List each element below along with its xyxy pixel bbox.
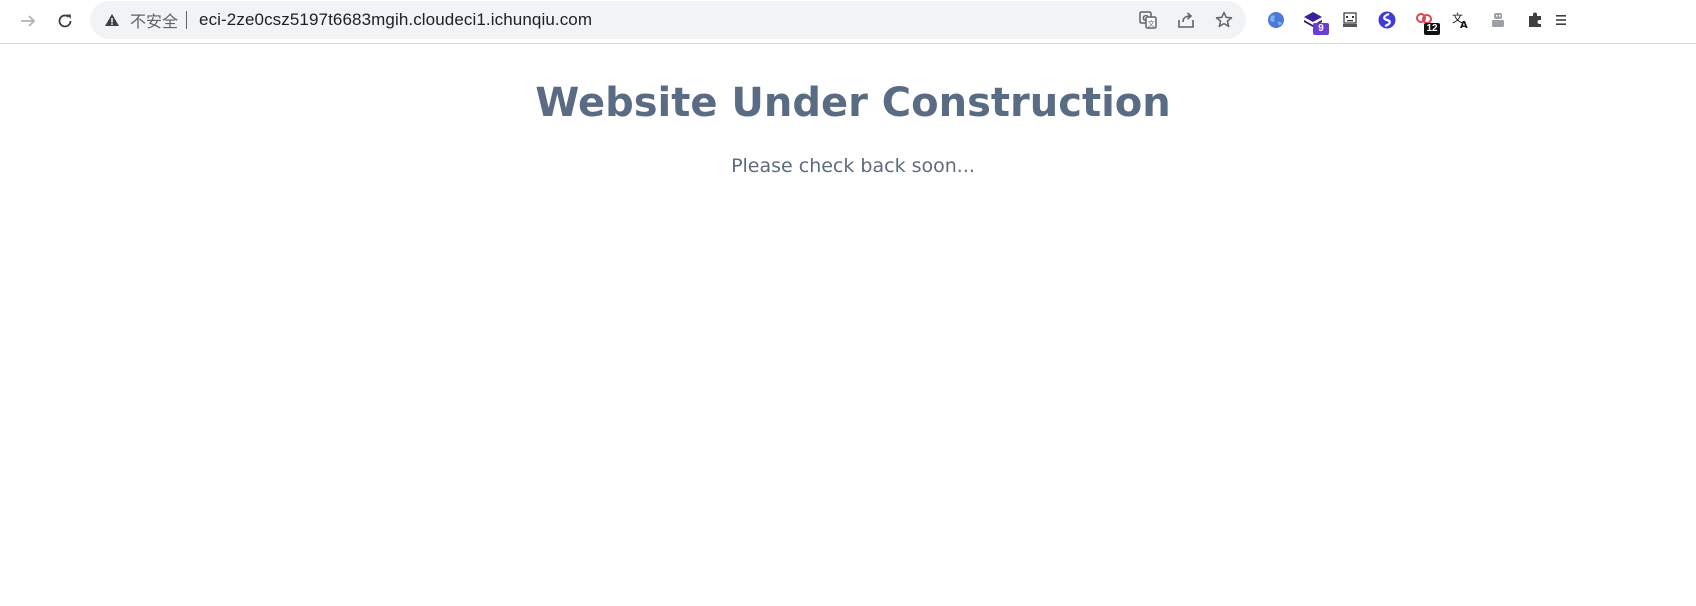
- link-badge: 12: [1424, 23, 1440, 35]
- menu-lines-icon: [1556, 15, 1566, 25]
- svg-text:文: 文: [1148, 19, 1155, 28]
- address-bar[interactable]: 不安全 eci-2ze0csz5197t6683mgih.cloudeci1.i…: [90, 1, 1246, 39]
- translate-extension-button[interactable]: 文 A: [1443, 2, 1479, 38]
- share-icon[interactable]: [1174, 8, 1198, 32]
- security-label[interactable]: 不安全: [130, 8, 178, 32]
- forward-button[interactable]: [13, 6, 43, 36]
- security-divider: [186, 11, 188, 29]
- layers-badge: 9: [1313, 23, 1329, 35]
- swirl-icon: [1378, 11, 1396, 29]
- swirl-extension-button[interactable]: [1369, 2, 1405, 38]
- bookmark-star-icon[interactable]: [1212, 8, 1236, 32]
- robot-extension-button[interactable]: [1480, 2, 1516, 38]
- pixel-face-extension-button[interactable]: [1332, 2, 1368, 38]
- warning-icon[interactable]: [104, 12, 120, 28]
- svg-text:A: A: [1460, 20, 1468, 30]
- reload-icon: [58, 14, 72, 28]
- page-subtitle: Please check back soon...: [731, 155, 975, 177]
- pixel-face-icon: [1343, 12, 1357, 27]
- url-text[interactable]: eci-2ze0csz5197t6683mgih.cloudeci1.ichun…: [199, 10, 592, 30]
- arrow-right-icon: [21, 15, 36, 27]
- page-title: Website Under Construction: [535, 80, 1171, 126]
- browser-toolbar: 不安全 eci-2ze0csz5197t6683mgih.cloudeci1.i…: [0, 0, 1696, 44]
- link-extension-button[interactable]: 12: [1406, 2, 1442, 38]
- extensions-menu-button[interactable]: [1517, 2, 1553, 38]
- layers-extension-button[interactable]: 9: [1295, 2, 1331, 38]
- puzzle-icon: [1529, 12, 1541, 27]
- extensions-bar: 9 12 文 A: [1258, 0, 1575, 40]
- translate-icon: 文 A: [1452, 11, 1468, 30]
- translate-page-icon[interactable]: G 文: [1136, 8, 1160, 32]
- browser-menu-button[interactable]: [1554, 2, 1574, 38]
- robot-icon: [1492, 13, 1504, 27]
- globe-extension-button[interactable]: [1258, 2, 1294, 38]
- omnibox-actions: G 文: [1136, 1, 1236, 39]
- reload-button[interactable]: [50, 6, 80, 36]
- globe-icon: [1268, 12, 1284, 28]
